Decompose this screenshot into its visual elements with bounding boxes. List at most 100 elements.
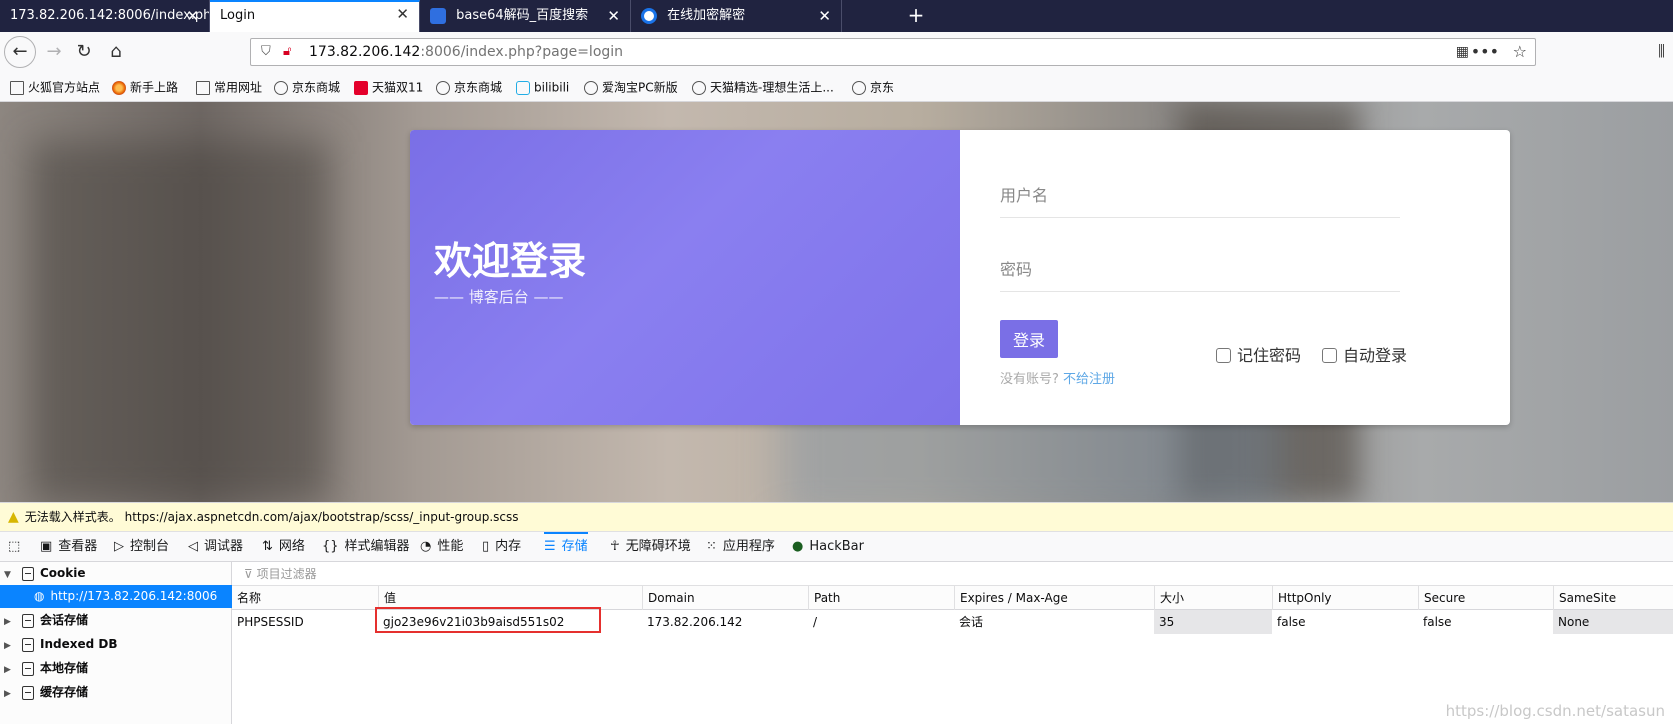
username-input[interactable] — [1000, 174, 1400, 218]
tab-storage[interactable]: ☰ 存储 — [544, 532, 588, 562]
tab-login[interactable]: Login ✕ — [210, 0, 420, 32]
close-icon[interactable]: ✕ — [396, 2, 409, 28]
table-cell: PHPSESSID — [237, 615, 304, 629]
bookmark-item[interactable]: 京东商城 — [436, 72, 502, 102]
globe-icon — [852, 80, 866, 95]
storage-icon — [22, 685, 34, 700]
collapsed-arrow-icon[interactable]: ▶ — [4, 635, 16, 658]
bookmark-item[interactable]: 常用网址 — [196, 72, 262, 102]
collapsed-arrow-icon[interactable]: ▶ — [4, 611, 16, 634]
login-button[interactable]: 登录 — [1000, 320, 1058, 358]
bookmark-item[interactable]: bilibili — [516, 72, 569, 102]
cookie-table-panel: ⊽ 项目过滤器 名称 值 Domain Path Expires / Max-A… — [232, 562, 1673, 724]
tab-network[interactable]: ⇅ 网络 — [262, 532, 305, 562]
welcome-panel: 欢迎登录 —— 博客后台 —— — [410, 130, 960, 425]
checkbox-box[interactable] — [1322, 348, 1337, 363]
gauge-icon: ◔ — [420, 539, 432, 554]
close-icon[interactable]: ✕ — [186, 0, 199, 32]
column-header[interactable]: Expires / Max-Age — [954, 586, 1154, 610]
tab-inspector[interactable]: ▣ 查看器 — [40, 532, 97, 562]
table-cell: false — [1277, 615, 1306, 629]
navigation-bar: ← → ↻ ⌂ ⛉ 🔓︎ 173.82.206.142:8006/index.p… — [0, 32, 1673, 72]
bilibili-icon — [516, 80, 530, 95]
bookmark-item[interactable]: 京东 — [852, 72, 894, 102]
table-cell: 173.82.206.142 — [647, 615, 743, 629]
reload-button[interactable]: ↻ — [68, 36, 100, 68]
column-header[interactable]: HttpOnly — [1272, 586, 1418, 610]
chip-icon: ▯ — [482, 539, 490, 554]
shield-icon[interactable]: ⛉ — [261, 44, 271, 60]
url-bar[interactable]: ⛉ 🔓︎ 173.82.206.142:8006/index.php?page=… — [250, 38, 1536, 66]
tree-item-cookie-host[interactable]: ◍ http://173.82.206.142:8006 — [0, 585, 232, 608]
globe-icon — [692, 80, 706, 95]
home-button[interactable]: ⌂ — [100, 36, 132, 68]
column-header[interactable]: 大小 — [1154, 586, 1272, 610]
tree-item-cookie[interactable]: ▼ Cookie — [0, 562, 232, 585]
bookmark-item[interactable]: 新手上路 — [112, 72, 178, 102]
tab-memory[interactable]: ▯ 内存 — [482, 532, 521, 562]
bookmark-item[interactable]: 爱淘宝PC新版 — [584, 72, 678, 102]
bookmark-item[interactable]: 天猫双11 — [354, 72, 423, 102]
login-card: 欢迎登录 —— 博客后台 —— 登录 记住密码 自动登录 没有账号? 不给注册 — [410, 130, 1510, 425]
tab-hackbar[interactable]: ● HackBar — [792, 532, 864, 562]
bookmark-item[interactable]: 京东商城 — [274, 72, 340, 102]
braces-icon: {} — [322, 539, 339, 554]
collapsed-arrow-icon[interactable]: ▶ — [4, 683, 16, 706]
tree-item-session-storage[interactable]: ▶ 会话存储 — [0, 609, 232, 632]
remember-password-checkbox[interactable]: 记住密码 — [1216, 342, 1301, 366]
forward-button[interactable]: → — [38, 36, 70, 68]
folder-icon — [10, 80, 24, 95]
more-actions-icon[interactable]: ••• — [1471, 39, 1499, 65]
tree-item-local-storage[interactable]: ▶ 本地存储 — [0, 657, 232, 680]
tab-console[interactable]: ▷ 控制台 — [114, 532, 169, 562]
element-picker-icon[interactable]: ⬚ — [8, 532, 26, 562]
c-logo-icon — [641, 8, 657, 24]
auto-login-checkbox[interactable]: 自动登录 — [1322, 342, 1407, 366]
tab-label: 173.82.206.142:8006/index.php?p — [10, 8, 209, 23]
bookmark-item[interactable]: 天猫精选-理想生活上... — [692, 72, 834, 102]
close-icon[interactable]: ✕ — [818, 0, 831, 32]
new-tab-button[interactable]: + — [904, 0, 928, 32]
storage-icon — [22, 661, 34, 676]
tab-label: 在线加密解密 — [667, 8, 746, 23]
tree-item-indexed-db[interactable]: ▶ Indexed DB — [0, 633, 232, 656]
library-icon[interactable]: ⫼ — [1658, 42, 1665, 60]
tab-strip: 173.82.206.142:8006/index.php?p ✕ Login … — [0, 0, 1673, 32]
back-button[interactable]: ← — [4, 36, 36, 68]
welcome-title: 欢迎登录 — [434, 239, 587, 283]
bookmark-item[interactable]: 火狐官方站点 — [10, 72, 100, 102]
register-link[interactable]: 不给注册 — [1063, 372, 1115, 387]
expanded-arrow-icon[interactable]: ▼ — [4, 564, 16, 587]
insecure-lock-icon[interactable]: 🔓︎ — [283, 44, 291, 60]
tree-item-cache-storage[interactable]: ▶ 缓存存储 — [0, 681, 232, 704]
filter-icon: ⊽ — [244, 567, 257, 581]
tab-application[interactable]: ⁙ 应用程序 — [706, 532, 775, 562]
column-header[interactable]: 名称 — [232, 586, 378, 610]
storage-icon — [22, 637, 34, 652]
tab-index[interactable]: 173.82.206.142:8006/index.php?p ✕ — [0, 0, 210, 32]
column-header[interactable]: Path — [808, 586, 954, 610]
tab-performance[interactable]: ◔ 性能 — [420, 532, 463, 562]
column-header[interactable]: Domain — [642, 586, 808, 610]
column-header[interactable]: SameSite — [1553, 586, 1673, 610]
checkbox-box[interactable] — [1216, 348, 1231, 363]
globe-icon — [274, 80, 288, 95]
close-icon[interactable]: ✕ — [607, 0, 620, 32]
tab-baidu[interactable]: base64解码_百度搜索 ✕ — [420, 0, 631, 32]
table-cell: 会话 — [959, 615, 984, 629]
login-form: 登录 记住密码 自动登录 没有账号? 不给注册 — [960, 130, 1510, 425]
qr-code-icon[interactable]: ▦ — [1456, 39, 1469, 65]
checkbox-label: 记住密码 — [1237, 346, 1302, 365]
password-input[interactable] — [1000, 248, 1400, 292]
bookmark-star-icon[interactable]: ☆ — [1513, 39, 1527, 65]
storage-tree: ▼ Cookie ◍ http://173.82.206.142:8006 ▶ 会话存… — [0, 562, 232, 724]
tab-accessibility[interactable]: ☥ 无障碍环境 — [610, 532, 691, 562]
tab-debugger[interactable]: ◁ 调试器 — [188, 532, 243, 562]
collapsed-arrow-icon[interactable]: ▶ — [4, 659, 16, 682]
column-header[interactable]: Secure — [1418, 586, 1553, 610]
tab-crypto[interactable]: 在线加密解密 ✕ — [631, 0, 842, 32]
console-icon: ▷ — [114, 539, 124, 554]
tab-style-editor[interactable]: {} 样式编辑器 — [322, 532, 410, 562]
watermark: https://blog.csdn.net/satasun — [1445, 702, 1665, 720]
filter-input[interactable]: ⊽ 项目过滤器 — [232, 562, 1673, 586]
